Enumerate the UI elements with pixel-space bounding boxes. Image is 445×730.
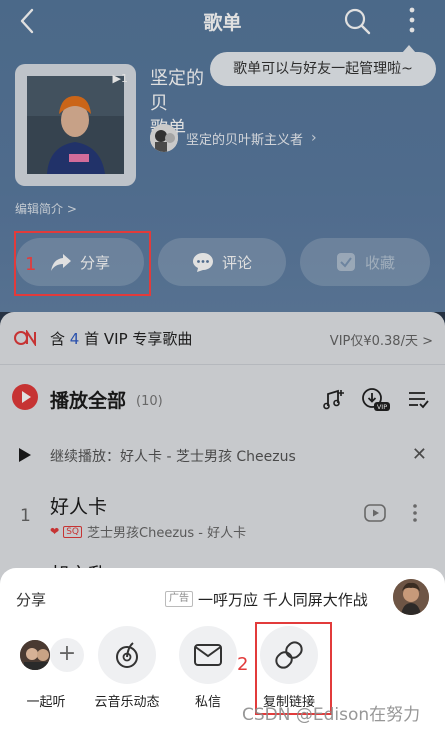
play-all-label[interactable]: 播放全部 bbox=[50, 386, 126, 413]
ad-badge: 广告 bbox=[165, 591, 193, 607]
moments-item[interactable]: 云音乐动态 bbox=[87, 626, 167, 710]
back-icon[interactable] bbox=[14, 6, 42, 36]
edit-intro-link[interactable]: 编辑简介 > bbox=[15, 200, 77, 217]
vip-download-icon[interactable]: VIP bbox=[360, 386, 392, 412]
divider bbox=[0, 364, 445, 365]
plus-icon: + bbox=[50, 638, 84, 672]
comment-icon bbox=[192, 251, 214, 273]
vip-text: 含 4 首 VIP 专享歌曲 bbox=[50, 328, 192, 349]
friend-avatar bbox=[18, 638, 52, 672]
heart-icon: ❤ bbox=[50, 525, 60, 538]
more-vertical-icon[interactable] bbox=[400, 4, 424, 36]
comment-label: 评论 bbox=[221, 253, 252, 272]
add-to-playlist-icon[interactable] bbox=[322, 386, 348, 412]
creator-name: 坚定的贝叶斯主义者 bbox=[186, 132, 304, 148]
listen-together-item[interactable]: + 一起听 bbox=[6, 626, 86, 710]
moments-icon bbox=[98, 626, 156, 684]
favorite-icon bbox=[335, 251, 357, 273]
share-item-label: 一起听 bbox=[26, 695, 66, 710]
song-title: 好人卡 bbox=[50, 496, 108, 518]
song-index: 1 bbox=[20, 506, 31, 526]
chevron-right-icon: › bbox=[311, 130, 317, 146]
play-all-row[interactable]: 播放全部 (10) VIP bbox=[0, 374, 445, 422]
favorite-button[interactable]: 收藏 bbox=[300, 238, 430, 286]
video-play-icon[interactable] bbox=[364, 504, 386, 522]
share-item-label: 私信 bbox=[194, 695, 221, 710]
continue-playing-row[interactable]: 继续播放：好人卡 - 芝士男孩 Cheezus ✕ bbox=[0, 436, 445, 476]
vip-text-suffix: 首 VIP 专享歌曲 bbox=[84, 330, 193, 348]
favorite-label: 收藏 bbox=[364, 253, 395, 272]
ad-avatar[interactable] bbox=[393, 579, 429, 615]
listen-together-icon: + bbox=[6, 626, 86, 684]
page-title: 歌单 bbox=[203, 12, 242, 34]
multi-select-icon[interactable] bbox=[405, 386, 431, 412]
song-artist: 芝士男孩Cheezus - 好人卡 bbox=[87, 526, 247, 541]
vip-count: 4 bbox=[69, 330, 80, 348]
song-more-icon[interactable] bbox=[410, 502, 420, 524]
playlist-name-line1: 坚定的贝 bbox=[150, 68, 204, 114]
search-icon[interactable] bbox=[342, 6, 372, 36]
comment-button[interactable]: 评论 bbox=[158, 238, 286, 286]
play-all-icon[interactable] bbox=[12, 384, 38, 410]
collab-tooltip[interactable]: 歌单可以与好友一起管理啦~ bbox=[210, 45, 436, 86]
creator-link[interactable]: 坚定的贝叶斯主义者 › bbox=[150, 124, 317, 152]
vip-text-prefix: 含 bbox=[50, 330, 66, 348]
continue-playing-text: 继续播放：好人卡 - 芝士男孩 Cheezus bbox=[50, 449, 296, 465]
cover-image bbox=[27, 76, 124, 174]
ad-text[interactable]: 一呼万应 千人同屏大作战 bbox=[198, 589, 368, 610]
annotation-number-2: 2 bbox=[237, 654, 249, 675]
svg-text:VIP: VIP bbox=[377, 403, 387, 411]
song-subtitle: ❤ SQ 芝士男孩Cheezus - 好人卡 bbox=[50, 522, 246, 541]
share-sheet-title: 分享 bbox=[16, 591, 47, 609]
mail-icon bbox=[179, 626, 237, 684]
annotation-number-1: 1 bbox=[25, 254, 37, 275]
private-message-item[interactable]: 私信 bbox=[168, 626, 248, 710]
play-icon bbox=[19, 448, 31, 462]
vip-badge-icon bbox=[14, 328, 36, 348]
close-icon[interactable]: ✕ bbox=[412, 444, 427, 465]
quality-badge: SQ bbox=[63, 525, 83, 538]
playlist-cover[interactable]: ▶1 bbox=[15, 64, 136, 186]
play-all-count: (10) bbox=[136, 394, 163, 409]
vip-price[interactable]: VIP仅¥0.38/天 > bbox=[330, 330, 433, 349]
share-item-label: 云音乐动态 bbox=[94, 695, 160, 710]
vip-banner[interactable]: 含 4 首 VIP 专享歌曲 VIP仅¥0.38/天 > bbox=[0, 312, 445, 364]
creator-avatar bbox=[150, 124, 178, 152]
song-row[interactable]: 1 好人卡 ❤ SQ 芝士男孩Cheezus - 好人卡 bbox=[0, 484, 445, 546]
cover-play-count: ▶1 bbox=[112, 72, 128, 85]
top-bar: 歌单 bbox=[0, 0, 445, 44]
watermark: CSDN @Edison在努力 bbox=[242, 705, 421, 725]
